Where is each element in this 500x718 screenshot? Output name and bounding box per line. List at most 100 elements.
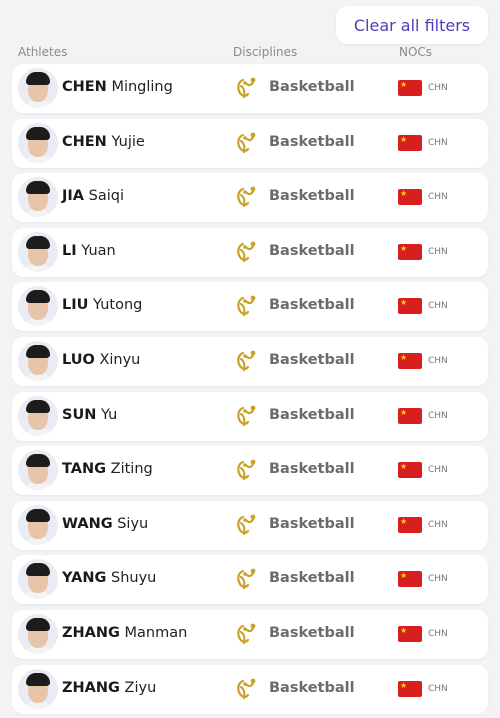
athlete-name[interactable]: LIU Yutong (62, 297, 142, 313)
athlete-surname: JIA (62, 188, 85, 205)
athlete-avatar (18, 122, 58, 163)
basketball-pictogram-icon (237, 77, 256, 99)
noc-code: CHN (428, 410, 448, 421)
athlete-name[interactable]: LI Yuan (62, 243, 116, 259)
china-flag-icon: ★ (398, 134, 422, 151)
athlete-name[interactable]: ZHANG Manman (62, 625, 187, 641)
noc-code: CHN (428, 246, 448, 257)
athlete-given-name: Yutong (93, 297, 143, 314)
china-flag-icon: ★ (398, 516, 422, 533)
athlete-row[interactable]: SUN Yu Basketball ★ CHN (12, 391, 488, 441)
athlete-given-name: Saiqi (88, 188, 124, 205)
athlete-name[interactable]: LUO Xinyu (62, 352, 140, 368)
athlete-row[interactable]: TANG Ziting Basketball ★ CHN (12, 446, 488, 496)
china-flag-icon: ★ (398, 298, 422, 315)
noc-code: CHN (428, 83, 448, 93)
athlete-row[interactable]: JIA Saiqi Basketball ★ CHN (12, 173, 488, 223)
athlete-avatar (18, 450, 58, 491)
discipline-label: Basketball (269, 79, 355, 95)
athlete-row[interactable]: LIU Yutong Basketball ★ CHN (12, 282, 488, 332)
athlete-avatar (18, 231, 58, 272)
noc-code: CHN (428, 465, 448, 476)
discipline-label: Basketball (269, 515, 355, 532)
column-header-athletes[interactable]: Athletes (18, 45, 67, 59)
athlete-avatar (18, 504, 58, 545)
basketball-pictogram-icon (237, 623, 256, 645)
athlete-surname: TANG (62, 461, 107, 478)
athlete-name[interactable]: SUN Yu (62, 407, 117, 423)
athlete-name[interactable]: TANG Ziting (62, 461, 153, 477)
athlete-name[interactable]: JIA Saiqi (62, 188, 124, 204)
athlete-given-name: Shuyu (110, 570, 157, 587)
basketball-pictogram-icon (237, 678, 256, 699)
column-headers: Athletes Disciplines NOCs (0, 45, 500, 61)
athlete-given-name: Xinyu (99, 351, 141, 368)
athlete-given-name: Yuan (81, 242, 116, 259)
athlete-row[interactable]: LI Yuan Basketball ★ CHN (12, 227, 488, 277)
basketball-pictogram-icon (237, 132, 256, 153)
athlete-avatar (18, 668, 58, 709)
discipline-label: Basketball (269, 133, 355, 150)
basketball-pictogram-icon (237, 241, 256, 262)
athlete-row[interactable]: LUO Xinyu Basketball ★ CHN (12, 336, 488, 386)
china-flag-icon: ★ (398, 571, 422, 588)
clear-all-filters-button[interactable]: Clear all filters (336, 6, 488, 44)
china-flag-icon: ★ (398, 462, 422, 479)
athlete-row[interactable]: ZHANG Ziyu Basketball ★ CHN (12, 664, 488, 714)
athlete-name[interactable]: CHEN Yujie (62, 134, 145, 150)
discipline-label: Basketball (269, 188, 355, 205)
athlete-given-name: Mingling (111, 79, 173, 95)
basketball-pictogram-icon (237, 459, 256, 481)
noc-code: CHN (428, 574, 448, 585)
noc-code: CHN (428, 137, 448, 148)
discipline-label: Basketball (269, 570, 355, 587)
athlete-surname: CHEN (62, 133, 107, 150)
noc-code: CHN (428, 628, 448, 639)
noc-code: CHN (428, 355, 448, 366)
athlete-list: CHEN Mingling Basketball ★ CHN CHEN Yuji… (12, 64, 488, 718)
athlete-given-name: Yu (100, 406, 118, 423)
athlete-row[interactable]: WANG Siyu Basketball ★ CHN (12, 500, 488, 550)
athlete-given-name: Ziyu (124, 679, 157, 696)
column-header-disciplines[interactable]: Disciplines (233, 45, 297, 59)
athlete-row[interactable]: CHEN Mingling Basketball ★ CHN (12, 64, 488, 113)
athlete-name[interactable]: ZHANG Ziyu (62, 680, 156, 696)
noc-code: CHN (428, 192, 448, 203)
athlete-surname: LUO (62, 351, 95, 368)
athlete-avatar (18, 395, 58, 436)
basketball-pictogram-icon (237, 568, 256, 590)
noc-code: CHN (428, 519, 448, 530)
athlete-avatar (18, 613, 58, 654)
discipline-label: Basketball (269, 351, 355, 368)
athlete-name[interactable]: YANG Shuyu (62, 570, 156, 586)
athlete-avatar (18, 286, 58, 327)
athlete-surname: LI (62, 242, 77, 259)
discipline-label: Basketball (269, 406, 355, 423)
china-flag-icon: ★ (398, 243, 422, 260)
athlete-name[interactable]: WANG Siyu (62, 516, 148, 532)
noc-code: CHN (428, 683, 448, 694)
china-flag-icon: ★ (398, 80, 422, 96)
discipline-label: Basketball (269, 461, 355, 478)
athlete-surname: ZHANG (62, 679, 120, 696)
athlete-surname: CHEN (62, 79, 107, 95)
china-flag-icon: ★ (398, 352, 422, 369)
column-header-nocs[interactable]: NOCs (399, 45, 432, 59)
athlete-avatar (18, 559, 58, 600)
athlete-row[interactable]: CHEN Yujie Basketball ★ CHN (12, 118, 488, 168)
athlete-name[interactable]: CHEN Mingling (62, 79, 173, 95)
discipline-label: Basketball (269, 242, 355, 259)
basketball-pictogram-icon (237, 405, 256, 426)
athlete-avatar (18, 177, 58, 218)
discipline-label: Basketball (269, 679, 355, 696)
china-flag-icon: ★ (398, 189, 422, 206)
athlete-surname: LIU (62, 297, 89, 314)
athlete-given-name: Ziting (110, 461, 153, 478)
noc-code: CHN (428, 301, 448, 312)
athlete-row[interactable]: YANG Shuyu Basketball ★ CHN (12, 555, 488, 605)
china-flag-icon: ★ (398, 407, 422, 424)
athlete-avatar (18, 68, 58, 108)
discipline-label: Basketball (269, 297, 355, 314)
athlete-row[interactable]: ZHANG Manman Basketball ★ CHN (12, 609, 488, 659)
china-flag-icon: ★ (398, 625, 422, 642)
